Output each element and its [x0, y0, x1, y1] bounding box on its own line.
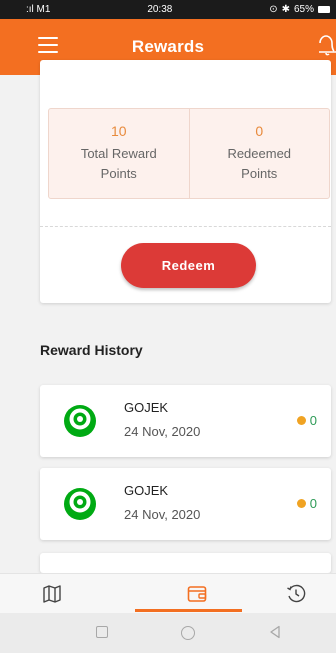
total-points-label: Total Reward Points [80, 146, 157, 181]
history-item[interactable]: GOJEK 24 Nov, 2020 0 [40, 385, 331, 457]
total-reward-points: 10 Total Reward Points [49, 109, 189, 198]
hamburger-menu-icon[interactable] [38, 37, 58, 55]
points-earned: 0 [296, 413, 317, 428]
back-button[interactable] [269, 625, 281, 639]
battery-percent: 65% [293, 4, 314, 15]
redeemed-points-value: 0 [255, 123, 264, 139]
status-time: 20:38 [147, 4, 173, 15]
gojek-logo-icon [64, 405, 96, 437]
gojek-logo-icon [64, 488, 96, 520]
home-button[interactable] [181, 626, 195, 640]
bottom-navigation [0, 573, 336, 614]
rewards-screen: :ıl M1 20:38 ⊙ ✱ 65% Rewards 10 Total Re… [0, 0, 336, 653]
earned-points-value: 0 [309, 413, 317, 428]
history-clock-icon [287, 584, 306, 603]
location-icon: ⊙ [269, 4, 278, 15]
coin-icon [296, 499, 306, 508]
coin-icon [296, 416, 306, 425]
status-icons: ⊙ ✱ 65% [269, 4, 330, 15]
battery-icon [318, 6, 330, 13]
page-title: Rewards [131, 37, 205, 56]
carrier-label: :ıl M1 [26, 4, 51, 15]
recent-apps-button[interactable] [96, 626, 108, 638]
status-bar: :ıl M1 20:38 ⊙ ✱ 65% [0, 0, 336, 19]
points-summary: 10 Total Reward Points 0 Redeemed Points [48, 108, 330, 199]
total-points-value: 10 [110, 123, 127, 139]
history-item-partial[interactable] [40, 553, 331, 573]
bell-icon[interactable] [318, 33, 336, 57]
history-item[interactable]: GOJEK 24 Nov, 2020 0 [40, 468, 331, 540]
reward-history-title: Reward History [40, 342, 143, 358]
merchant-name: GOJEK [124, 483, 169, 498]
history-date: 24 Nov, 2020 [124, 424, 201, 439]
active-tab-indicator [135, 609, 242, 612]
redeemed-points: 0 Redeemed Points [188, 109, 330, 198]
map-icon [43, 585, 61, 603]
reward-summary-card: 10 Total Reward Points 0 Redeemed Points… [40, 60, 331, 303]
system-navigation-bar [0, 613, 336, 653]
nav-wallet[interactable] [167, 574, 227, 614]
redeemed-points-label: Redeemed Points [227, 146, 292, 181]
history-date: 24 Nov, 2020 [124, 507, 201, 522]
nav-history[interactable] [266, 574, 326, 614]
bluetooth-icon: ✱ [281, 4, 290, 15]
merchant-name: GOJEK [124, 400, 169, 415]
earned-points-value: 0 [309, 496, 317, 511]
points-earned: 0 [296, 496, 317, 511]
wallet-icon [187, 586, 207, 602]
redeem-button[interactable]: Redeem [121, 243, 256, 288]
nav-map[interactable] [22, 574, 82, 614]
dashed-divider [40, 226, 331, 227]
